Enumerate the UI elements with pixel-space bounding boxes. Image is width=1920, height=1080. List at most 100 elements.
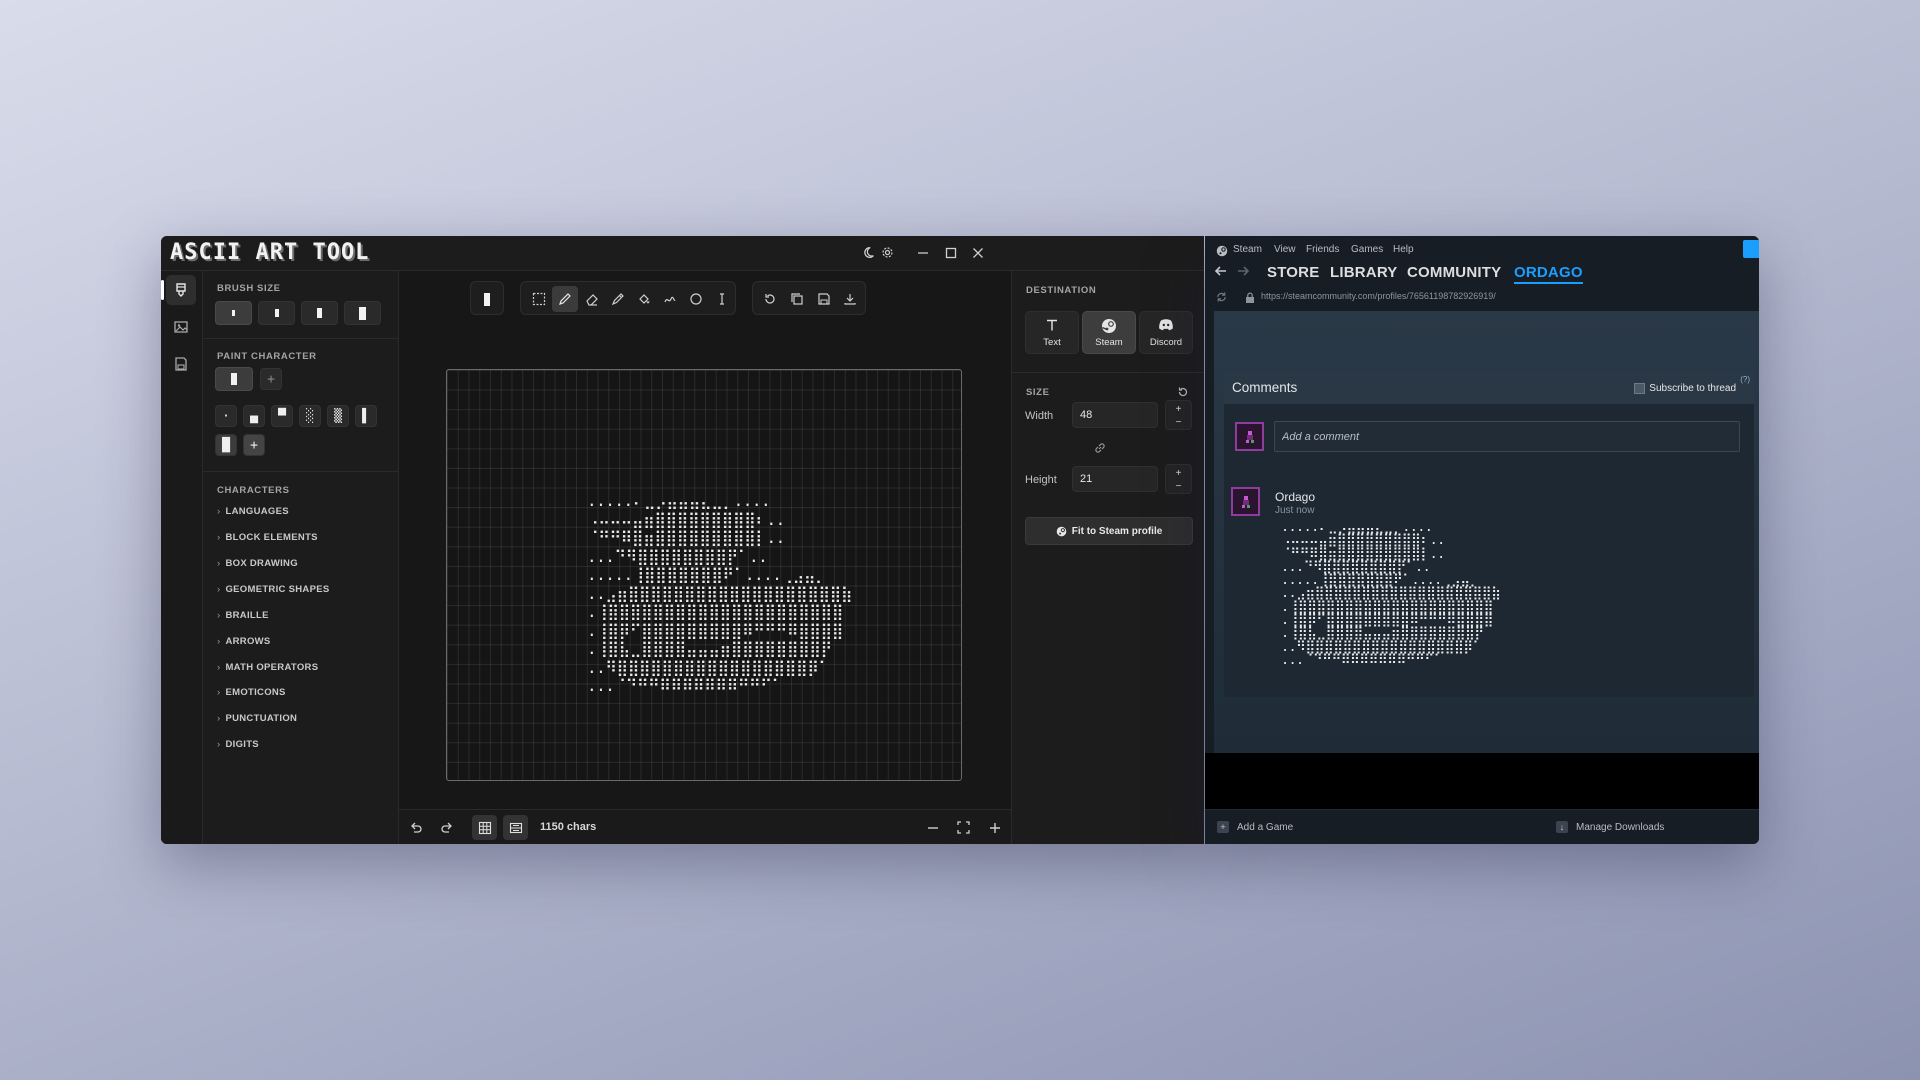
preset-character-dot[interactable]: · (215, 405, 237, 427)
zoom-out-button[interactable] (920, 815, 945, 840)
redo-button[interactable] (434, 815, 459, 840)
copy-button[interactable] (784, 286, 810, 312)
add-preset-button[interactable]: + (243, 434, 265, 456)
category-geometric-shapes[interactable]: › GEOMETRIC SHAPES (217, 584, 330, 595)
current-paint-character[interactable] (215, 367, 253, 391)
height-increment[interactable]: + (1166, 468, 1191, 480)
menu-help[interactable]: Help (1393, 244, 1414, 255)
eyedropper-tool[interactable] (605, 286, 631, 312)
preset-character-left-half[interactable]: ▌ (355, 405, 377, 427)
url-bar[interactable]: https://steamcommunity.com/profiles/7656… (1261, 291, 1496, 301)
preset-character-lower-block[interactable]: ▄ (243, 405, 265, 427)
fit-screen-button[interactable] (951, 815, 976, 840)
menu-friends[interactable]: Friends (1306, 244, 1339, 255)
rail-active-indicator (161, 280, 164, 300)
destination-discord[interactable]: Discord (1139, 311, 1193, 354)
height-decrement[interactable]: − (1166, 481, 1191, 493)
comment-author[interactable]: Ordago (1275, 490, 1315, 504)
category-arrows[interactable]: › ARROWS (217, 636, 271, 647)
drawing-canvas[interactable]: .....⠄⣀⡠⣤⣤⣤⣄⣀⡀.... ⠠⠤⠤⠤⣤⣶⣿⣿⣿⣿⣿⣿⣿⣿⣿⠆.. ⠈⠛… (446, 369, 962, 781)
marquee-select-icon (532, 292, 546, 306)
notification-indicator[interactable] (1743, 240, 1759, 258)
fill-tool[interactable] (631, 286, 657, 312)
preset-character-medium-shade[interactable]: ▒ (327, 405, 349, 427)
link-aspect-icon[interactable] (1093, 441, 1107, 460)
settings-gear-icon[interactable] (877, 244, 897, 264)
brush-tool[interactable] (552, 286, 578, 312)
category-digits[interactable]: › DIGITS (217, 739, 259, 750)
download-button[interactable] (837, 286, 863, 312)
grid-toggle[interactable] (472, 815, 497, 840)
steam-black-area (1205, 753, 1759, 809)
back-arrow-icon[interactable] (1214, 264, 1228, 283)
brush-size-3[interactable] (301, 301, 338, 325)
chevron-right-icon: › (217, 636, 221, 647)
fit-to-steam-button[interactable]: Fit to Steam profile (1025, 517, 1193, 545)
destination-steam[interactable]: Steam (1082, 311, 1136, 354)
width-decrement[interactable]: − (1166, 417, 1191, 429)
rail-brush-button[interactable] (166, 275, 196, 305)
help-link[interactable]: (?) (1740, 375, 1750, 384)
select-tool[interactable] (526, 286, 552, 312)
avatar-figure-icon (1241, 495, 1250, 508)
eraser-tool[interactable] (579, 286, 605, 312)
menu-steam[interactable]: Steam (1233, 244, 1262, 255)
nav-community[interactable]: COMMUNITY (1407, 264, 1501, 281)
rail-image-button[interactable] (166, 312, 196, 342)
refresh-icon[interactable] (1215, 290, 1228, 308)
line-tool[interactable] (657, 286, 683, 312)
rail-save-button[interactable] (166, 349, 196, 379)
reset-button[interactable] (757, 286, 783, 312)
manage-downloads-button[interactable]: ↓ Manage Downloads (1556, 821, 1664, 833)
add-game-button[interactable]: + Add a Game (1217, 821, 1293, 833)
category-punctuation[interactable]: › PUNCTUATION (217, 713, 297, 724)
rows-icon (509, 822, 522, 833)
category-box-drawing[interactable]: › BOX DRAWING (217, 558, 298, 569)
fullscreen-icon (957, 821, 970, 834)
current-char-preview[interactable] (474, 286, 500, 312)
comment-input[interactable] (1274, 421, 1740, 452)
category-braille[interactable]: › BRAILLE (217, 610, 269, 621)
brush-size-4[interactable] (344, 301, 381, 325)
nav-ordago[interactable]: ORDAGO (1514, 264, 1583, 284)
preset-character-upper-block[interactable]: ▀ (271, 405, 293, 427)
height-stepper: + − (1165, 464, 1192, 494)
ellipse-tool[interactable] (683, 286, 709, 312)
editor-area: .....⠄⣀⡠⣤⣤⣤⣄⣀⡀.... ⠠⠤⠤⠤⣤⣶⣿⣿⣿⣿⣿⣿⣿⣿⣿⠆.. ⠈⠛… (399, 271, 1011, 844)
maximize-icon[interactable] (941, 244, 961, 264)
file-tools (752, 281, 866, 315)
menu-view[interactable]: View (1274, 244, 1296, 255)
discord-logo-icon (1140, 318, 1192, 337)
close-icon[interactable] (968, 244, 988, 264)
undo-button[interactable] (403, 815, 428, 840)
brush-size-1[interactable] (215, 301, 252, 325)
forward-arrow-icon[interactable] (1236, 264, 1250, 283)
left-rail (161, 271, 203, 844)
chevron-right-icon: › (217, 739, 221, 750)
nav-store[interactable]: STORE (1267, 264, 1319, 281)
category-emoticons[interactable]: › EMOTICONS (217, 687, 286, 698)
destination-text[interactable]: Text (1025, 311, 1079, 354)
rows-toggle[interactable] (503, 815, 528, 840)
width-input[interactable] (1072, 402, 1158, 428)
category-languages[interactable]: › LANGUAGES (217, 506, 289, 517)
width-increment[interactable]: + (1166, 404, 1191, 416)
brush-size-2[interactable] (258, 301, 295, 325)
preset-character-light-shade[interactable]: ░ (299, 405, 321, 427)
nav-library[interactable]: LIBRARY (1330, 264, 1398, 281)
minimize-icon[interactable] (913, 244, 933, 264)
preset-character-full-block[interactable]: █ (215, 434, 237, 456)
pencil-icon (559, 293, 571, 305)
menu-games[interactable]: Games (1351, 244, 1383, 255)
category-block-elements[interactable]: › BLOCK ELEMENTS (217, 532, 318, 543)
add-character-button[interactable]: + (260, 368, 282, 390)
subscribe-checkbox[interactable]: Subscribe to thread (1634, 383, 1736, 394)
theme-toggle-icon[interactable] (858, 244, 878, 264)
zoom-in-button[interactable] (982, 815, 1007, 840)
save-button[interactable] (811, 286, 837, 312)
category-math-operators[interactable]: › MATH OPERATORS (217, 662, 318, 673)
category-label: BLOCK ELEMENTS (225, 532, 318, 543)
height-input[interactable] (1072, 466, 1158, 492)
comment-author-avatar[interactable] (1231, 487, 1260, 516)
text-tool[interactable] (709, 286, 735, 312)
